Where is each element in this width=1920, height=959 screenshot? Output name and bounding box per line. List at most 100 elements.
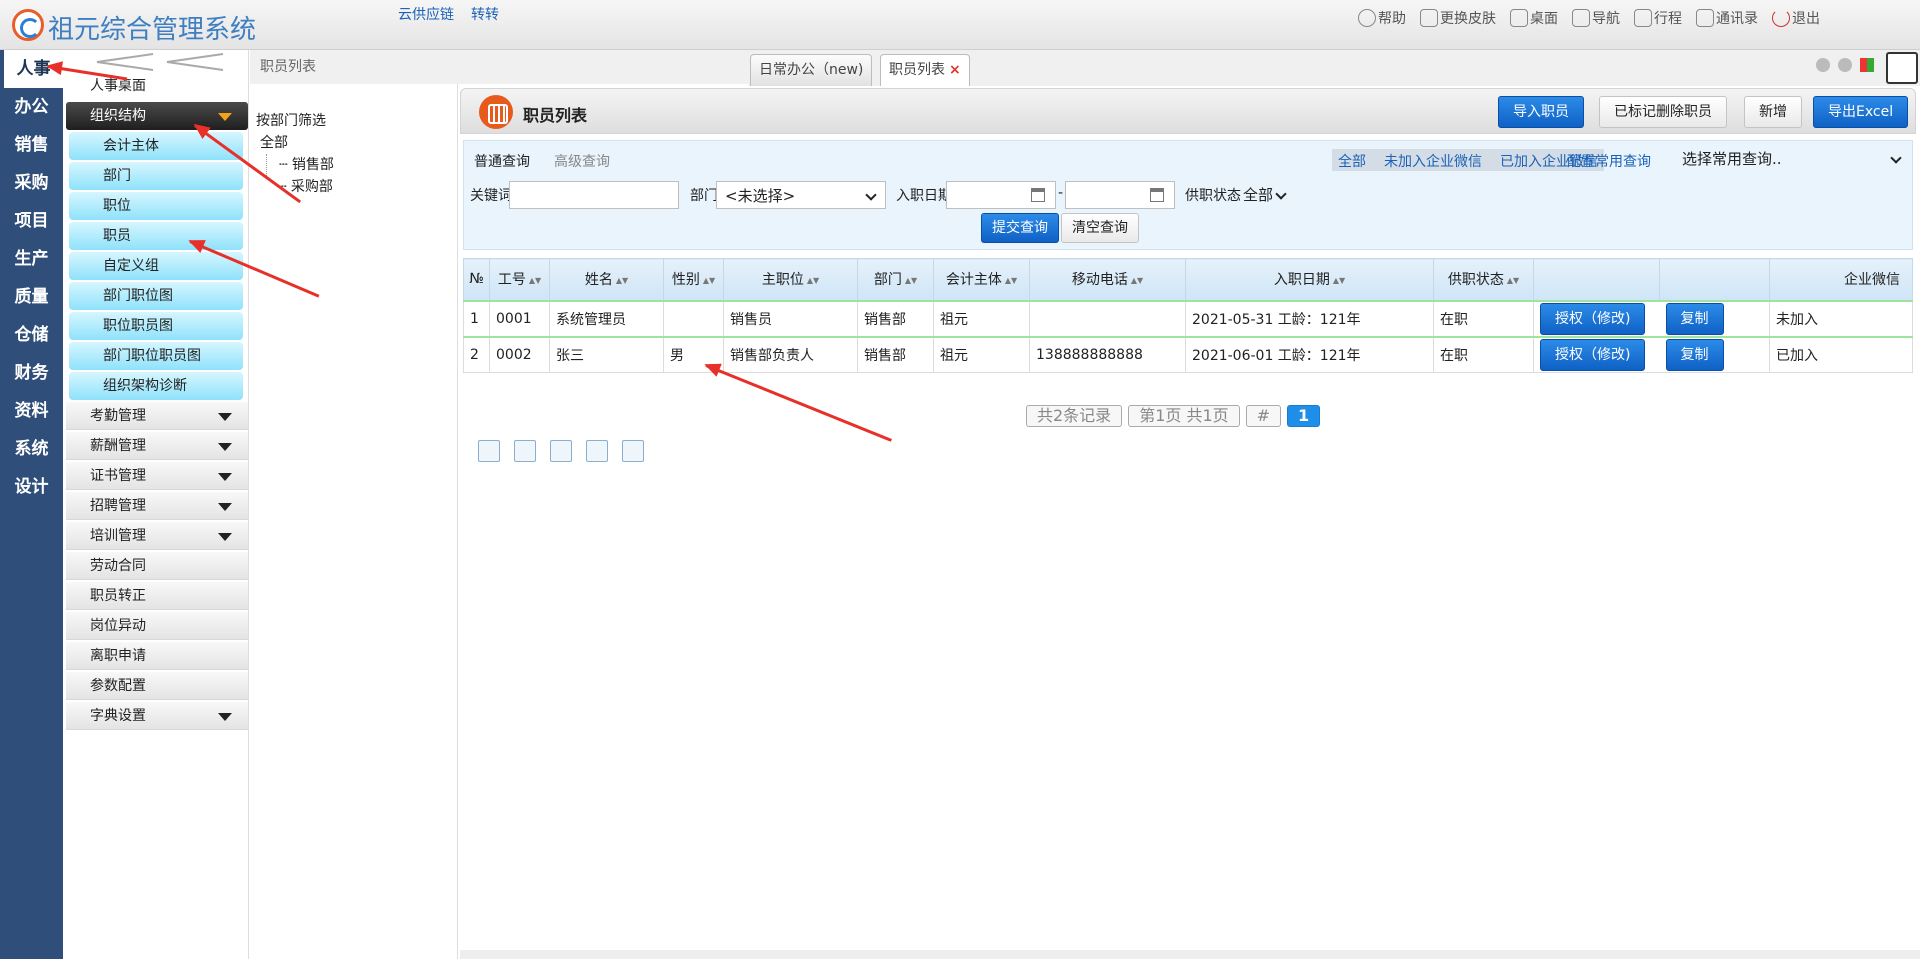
module-finance[interactable]: 财务 [0, 354, 63, 392]
auth-edit-button[interactable]: 授权（修改) [1540, 302, 1646, 335]
menu-attendance[interactable]: 考勤管理 [66, 402, 248, 430]
common-query-select[interactable]: 选择常用查询.. [1674, 145, 1910, 173]
cell-status: 在职 [1433, 336, 1534, 373]
clear-query-button[interactable]: 清空查询 [1061, 213, 1139, 243]
tab-daily-office[interactable]: 日常办公（new) [750, 54, 873, 86]
puzzle-icon[interactable] [622, 440, 644, 462]
menu-accounting-entity[interactable]: 会计主体 [69, 132, 243, 160]
link-cloud-supply[interactable]: 云供应链 [398, 4, 454, 24]
menu-custom-group[interactable]: 自定义组 [69, 252, 243, 280]
tile-icon[interactable] [1860, 58, 1874, 72]
col-entity[interactable]: 会计主体 ▲▼ [933, 258, 1030, 301]
menu-employee-regularize[interactable]: 职员转正 [66, 582, 248, 610]
module-system[interactable]: 系统 [0, 430, 63, 468]
calendar-icon[interactable] [1031, 188, 1045, 202]
col-gender[interactable]: 性别 ▲▼ [663, 258, 724, 301]
submit-query-button[interactable]: 提交查询 [981, 213, 1059, 243]
module-data[interactable]: 资料 [0, 392, 63, 430]
tab-advanced-query[interactable]: 高级查询 [554, 151, 610, 171]
page-icon[interactable] [514, 440, 536, 462]
col-name[interactable]: 姓名 ▲▼ [549, 258, 664, 301]
menu-dept-position-employee-chart[interactable]: 部门职位职员图 [69, 342, 243, 370]
col-id[interactable]: 工号 ▲▼ [489, 258, 550, 301]
module-production[interactable]: 生产 [0, 240, 63, 278]
dept-select[interactable]: <未选择> [716, 181, 886, 209]
link-zhuanzhuan[interactable]: 转转 [471, 4, 499, 24]
menu-params[interactable]: 参数配置 [66, 672, 248, 700]
tab-employee-list[interactable]: 职员列表 × [880, 54, 970, 86]
module-purchase[interactable]: 采购 [0, 164, 63, 202]
menu-hr-desktop[interactable]: 人事桌面 [66, 72, 248, 100]
module-warehouse[interactable]: 仓储 [0, 316, 63, 354]
menu-employee[interactable]: 职员 [69, 222, 243, 250]
scroll-right-icon[interactable] [1838, 58, 1852, 72]
scroll-left-icon[interactable] [1816, 58, 1830, 72]
copy-button[interactable]: 复制 [1665, 302, 1724, 335]
pager-current[interactable]: 1 [1287, 405, 1321, 427]
module-office[interactable]: 办公 [0, 88, 63, 126]
deleted-employees-button[interactable]: 已标记删除职员 [1599, 96, 1727, 128]
cell-id: 0002 [489, 336, 550, 373]
col-dept[interactable]: 部门 ▲▼ [857, 258, 934, 301]
menu-salary[interactable]: 薪酬管理 [66, 432, 248, 460]
help-button[interactable]: 帮助 [1358, 8, 1406, 28]
tab-normal-query[interactable]: 普通查询 [474, 151, 530, 171]
cell-no: 2 [463, 336, 490, 373]
menu-labor-contract[interactable]: 劳动合同 [66, 552, 248, 580]
pager-jump[interactable]: # [1245, 405, 1282, 427]
date-start-input[interactable] [946, 181, 1056, 209]
close-icon[interactable]: × [949, 62, 961, 78]
table-icon[interactable] [550, 440, 572, 462]
collapse-icon[interactable] [83, 52, 233, 72]
fullscreen-icon[interactable] [1886, 52, 1918, 84]
module-sales[interactable]: 销售 [0, 126, 63, 164]
copy-button[interactable]: 复制 [1665, 338, 1724, 371]
keyword-input[interactable] [509, 181, 679, 209]
filter-not-joined[interactable]: 未加入企业微信 [1384, 151, 1482, 170]
select-icon[interactable] [478, 440, 500, 462]
export-excel-button[interactable]: 导出Excel [1813, 96, 1909, 128]
col-phone[interactable]: 移动电话 ▲▼ [1029, 258, 1186, 301]
menu-position-change[interactable]: 岗位异动 [66, 612, 248, 640]
nav-button[interactable]: 导航 [1572, 8, 1620, 28]
menu-certificate[interactable]: 证书管理 [66, 462, 248, 490]
date-end-input[interactable] [1065, 181, 1175, 209]
module-quality[interactable]: 质量 [0, 278, 63, 316]
import-employee-button[interactable]: 导入职员 [1498, 96, 1584, 128]
edit-icon[interactable] [586, 440, 608, 462]
schedule-button[interactable]: 行程 [1634, 8, 1682, 28]
cell-id: 0001 [489, 299, 550, 338]
desktop-button[interactable]: 桌面 [1510, 8, 1558, 28]
tree-root[interactable]: 全部 [256, 132, 334, 154]
module-nav: 人事 办公 销售 采购 项目 生产 质量 仓储 财务 资料 系统 设计 [0, 50, 63, 959]
menu-org-diagnosis[interactable]: 组织架构诊断 [69, 372, 243, 400]
logout-button[interactable]: 退出 [1772, 8, 1820, 28]
menu-resignation[interactable]: 离职申请 [66, 642, 248, 670]
config-query-link[interactable]: 配置常用查询 [1567, 151, 1651, 171]
skin-button[interactable]: 更换皮肤 [1420, 8, 1496, 28]
menu-dept-position-chart[interactable]: 部门职位图 [69, 282, 243, 310]
menu-org-structure[interactable]: 组织结构 [66, 102, 248, 130]
add-button[interactable]: 新增 [1744, 96, 1802, 128]
menu-training[interactable]: 培训管理 [66, 522, 248, 550]
col-position[interactable]: 主职位 ▲▼ [723, 258, 858, 301]
menu-recruit[interactable]: 招聘管理 [66, 492, 248, 520]
module-design[interactable]: 设计 [0, 468, 63, 506]
menu-position[interactable]: 职位 [69, 192, 243, 220]
table-row[interactable]: 2 0002 张三 男 销售部负责人 销售部 祖元 138888888888 2… [463, 336, 1913, 373]
table-header-row: № 工号 ▲▼ 姓名 ▲▼ 性别 ▲▼ 主职位 ▲▼ 部门 ▲▼ 会计主体 ▲▼ 移动电话 ▲… [463, 258, 1913, 301]
col-date[interactable]: 入职日期 ▲▼ [1185, 258, 1434, 301]
col-status[interactable]: 供职状态 ▲▼ [1433, 258, 1534, 301]
status-select[interactable]: 全部 [1235, 181, 1295, 209]
menu-position-employee-chart[interactable]: 职位职员图 [69, 312, 243, 340]
auth-edit-button[interactable]: 授权（修改) [1540, 338, 1646, 371]
menu-department[interactable]: 部门 [69, 162, 243, 190]
table-row[interactable]: 1 0001 系统管理员 销售员 销售部 祖元 2021-05-31 工龄：12… [463, 299, 1913, 338]
tree-node-sales[interactable]: ┄ 销售部 [266, 154, 334, 176]
calendar-icon[interactable] [1150, 188, 1164, 202]
contacts-button[interactable]: 通讯录 [1696, 8, 1758, 28]
module-project[interactable]: 项目 [0, 202, 63, 240]
menu-dictionary[interactable]: 字典设置 [66, 702, 248, 730]
filter-all[interactable]: 全部 [1338, 151, 1366, 170]
cell-dept: 销售部 [857, 299, 934, 338]
